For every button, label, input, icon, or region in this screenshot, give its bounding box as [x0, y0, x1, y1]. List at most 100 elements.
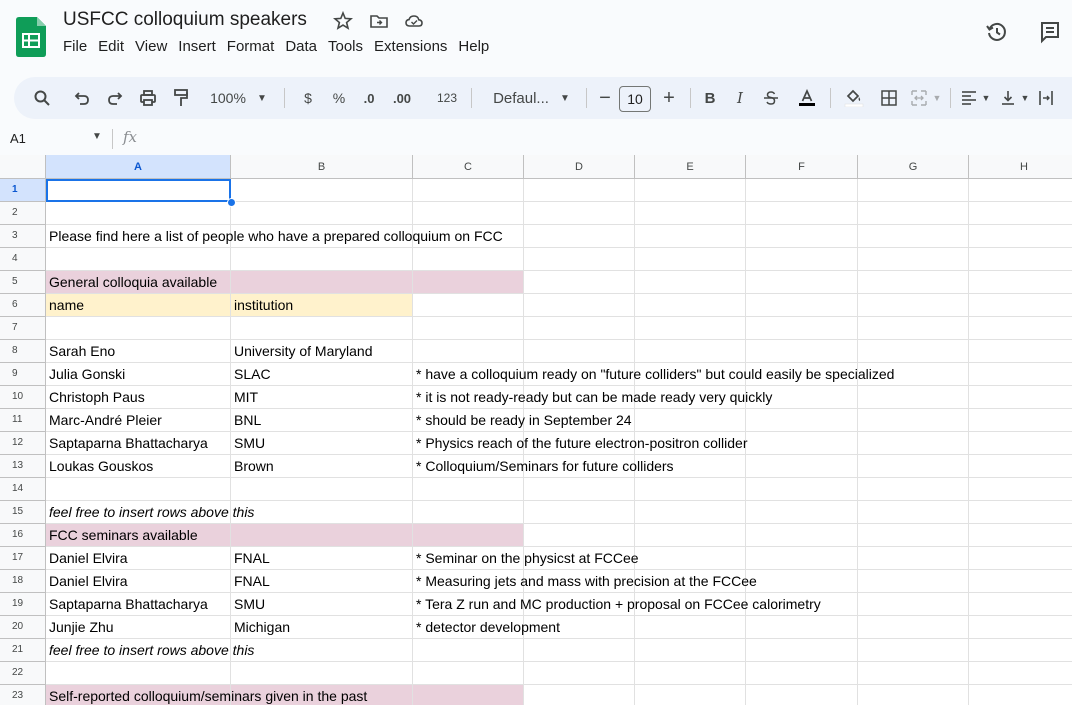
row-header[interactable]: 6	[0, 294, 46, 317]
text-wrap-icon[interactable]	[1036, 77, 1056, 119]
cell[interactable]	[635, 294, 746, 317]
cell[interactable]	[746, 432, 858, 455]
cell[interactable]	[858, 455, 969, 478]
cell[interactable]	[635, 271, 746, 294]
italic-button[interactable]: I	[730, 77, 750, 119]
cell[interactable]	[858, 294, 969, 317]
cell[interactable]	[858, 317, 969, 340]
cell[interactable]	[746, 225, 858, 248]
column-header-b[interactable]: B	[231, 155, 413, 179]
row-header[interactable]: 23	[0, 685, 46, 705]
cell[interactable]	[524, 271, 635, 294]
cell[interactable]	[524, 179, 635, 202]
cell[interactable]	[635, 248, 746, 271]
cell[interactable]	[969, 455, 1072, 478]
cell[interactable]	[413, 639, 524, 662]
currency-format-button[interactable]: $	[300, 77, 316, 119]
row-header[interactable]: 11	[0, 409, 46, 432]
row-header[interactable]: 7	[0, 317, 46, 340]
decrease-decimal-button[interactable]: .0	[357, 77, 381, 119]
cell[interactable]	[858, 616, 969, 639]
row-header[interactable]: 22	[0, 662, 46, 685]
cell[interactable]	[231, 478, 413, 501]
text-color-icon[interactable]	[796, 77, 818, 119]
cell[interactable]	[969, 202, 1072, 225]
borders-icon[interactable]	[878, 77, 900, 119]
number-format-button[interactable]: 123	[433, 77, 461, 119]
cell[interactable]	[231, 386, 413, 409]
comment-icon[interactable]	[1038, 20, 1062, 44]
fill-color-icon[interactable]	[840, 77, 868, 119]
cell[interactable]	[746, 662, 858, 685]
increase-font-size-button[interactable]: +	[658, 77, 680, 119]
menu-edit[interactable]: Edit	[98, 38, 131, 60]
cell[interactable]	[858, 478, 969, 501]
row-header[interactable]: 15	[0, 501, 46, 524]
menu-insert[interactable]: Insert	[178, 38, 223, 60]
cell[interactable]	[524, 662, 635, 685]
cell[interactable]	[746, 478, 858, 501]
cell[interactable]	[969, 685, 1072, 705]
cell[interactable]	[524, 501, 635, 524]
cell[interactable]	[635, 639, 746, 662]
history-icon[interactable]	[985, 20, 1009, 44]
cell[interactable]	[746, 271, 858, 294]
menu-view[interactable]: View	[135, 38, 174, 60]
font-family-select[interactable]: Defaul...	[483, 77, 559, 119]
select-all-corner[interactable]	[0, 155, 46, 179]
sheets-logo-icon[interactable]	[16, 17, 46, 57]
cell[interactable]	[231, 202, 413, 225]
cell[interactable]	[969, 639, 1072, 662]
cell[interactable]	[746, 547, 858, 570]
cell[interactable]	[46, 478, 231, 501]
cell[interactable]	[46, 202, 231, 225]
cell[interactable]	[746, 639, 858, 662]
cell[interactable]	[746, 570, 858, 593]
row-header[interactable]: 1	[0, 179, 46, 202]
spreadsheet-grid[interactable]: A B C D E F G H 1 2 3 Please find here a list of pe…	[0, 155, 1072, 705]
cell[interactable]	[231, 524, 413, 547]
cell[interactable]	[635, 478, 746, 501]
menu-file[interactable]: File	[63, 38, 94, 60]
cell[interactable]	[858, 340, 969, 363]
cloud-status-icon[interactable]	[404, 11, 424, 31]
align-left-icon[interactable]	[958, 77, 980, 119]
cell[interactable]	[969, 317, 1072, 340]
cell[interactable]	[969, 593, 1072, 616]
cell[interactable]	[746, 409, 858, 432]
cell[interactable]	[413, 501, 524, 524]
cell[interactable]	[969, 248, 1072, 271]
cell[interactable]	[969, 432, 1072, 455]
chevron-down-icon[interactable]: ▼	[1019, 77, 1031, 119]
cell[interactable]	[524, 202, 635, 225]
menu-data[interactable]: Data	[285, 38, 324, 60]
row-header[interactable]: 8	[0, 340, 46, 363]
cell[interactable]	[746, 685, 858, 705]
cell[interactable]	[46, 317, 231, 340]
cell[interactable]	[635, 616, 746, 639]
redo-icon[interactable]	[104, 77, 126, 119]
cell[interactable]	[231, 639, 413, 662]
cell[interactable]	[46, 248, 231, 271]
cell[interactable]	[524, 340, 635, 363]
cell[interactable]	[635, 662, 746, 685]
print-icon[interactable]	[136, 77, 160, 119]
cell[interactable]	[746, 317, 858, 340]
cell[interactable]	[858, 271, 969, 294]
font-size-input[interactable]: 10	[619, 86, 651, 112]
cell[interactable]	[524, 317, 635, 340]
cell[interactable]	[746, 501, 858, 524]
merge-cells-icon[interactable]	[908, 77, 930, 119]
cell[interactable]	[858, 409, 969, 432]
menu-tools[interactable]: Tools	[328, 38, 370, 60]
cell[interactable]	[858, 662, 969, 685]
cell[interactable]	[635, 202, 746, 225]
cell[interactable]	[969, 501, 1072, 524]
cell[interactable]	[635, 409, 746, 432]
cell[interactable]	[231, 179, 413, 202]
cell[interactable]	[635, 317, 746, 340]
cell[interactable]	[413, 294, 524, 317]
cell[interactable]	[969, 225, 1072, 248]
cell[interactable]	[969, 271, 1072, 294]
row-header[interactable]: 13	[0, 455, 46, 478]
